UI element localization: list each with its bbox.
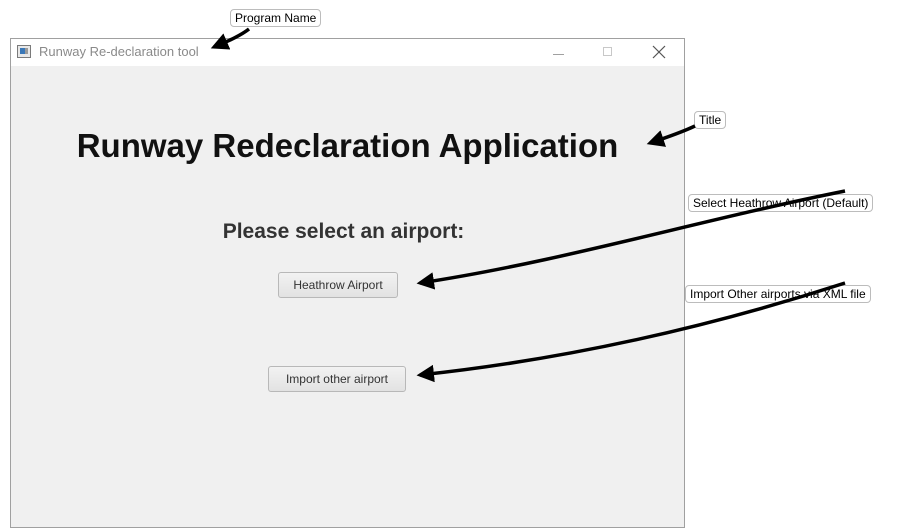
arrow-icon-program-name	[210, 27, 251, 50]
arrow-icon-title	[646, 124, 696, 147]
arrow-icon-import	[416, 281, 846, 383]
arrow-icon-heathrow	[416, 189, 846, 290]
annotation-arrows	[210, 27, 846, 383]
